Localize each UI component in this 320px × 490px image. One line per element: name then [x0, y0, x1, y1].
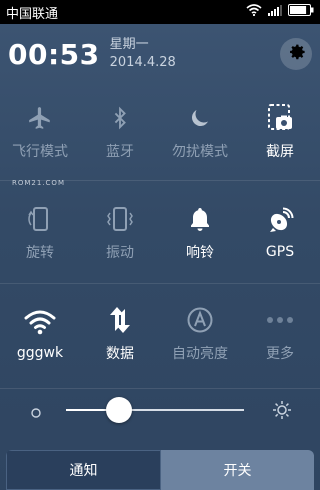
screenshot-icon — [267, 103, 293, 133]
wifi-icon — [24, 307, 56, 337]
notification-header: 00:53 星期一 2014.4.28 — [0, 24, 320, 84]
bluetooth-icon — [109, 103, 131, 133]
airplane-icon — [27, 103, 53, 133]
rotate-icon — [26, 204, 54, 234]
toggle-gps[interactable]: GPS — [240, 185, 320, 281]
toggle-airplane[interactable]: 飞行模式 — [0, 84, 80, 180]
settings-button[interactable] — [280, 38, 312, 70]
auto-brightness-icon — [186, 305, 214, 335]
carrier-name: 中国联通 — [6, 6, 59, 22]
toggle-label: 截屏 — [266, 144, 294, 160]
toggle-auto-brightness[interactable]: 自动亮度 — [160, 286, 240, 382]
brightness-high-icon — [272, 400, 292, 424]
toggle-wifi[interactable]: gggwk — [0, 286, 80, 382]
signal-icon — [268, 4, 282, 20]
more-icon — [265, 305, 295, 335]
toggle-more[interactable]: 更多 — [240, 286, 320, 382]
gps-icon — [266, 206, 294, 236]
toggle-label: 飞行模式 — [12, 144, 68, 160]
toggle-ringer[interactable]: 响铃 — [160, 185, 240, 281]
weekday-label: 星期一 — [109, 37, 149, 52]
toggle-label: 数据 — [106, 346, 134, 362]
toggle-row-3: gggwk 数据 自动亮度 更多 — [0, 286, 320, 382]
toggle-do-not-disturb[interactable]: 勿扰模式 — [160, 84, 240, 180]
divider — [0, 283, 320, 284]
wifi-status-icon — [246, 4, 262, 20]
tab-toggles[interactable]: 开关 — [161, 450, 314, 490]
toggle-rotate[interactable]: 旋转 — [0, 185, 80, 281]
toggle-label: GPS — [265, 244, 295, 260]
brightness-low-icon — [30, 404, 42, 423]
toggle-vibrate[interactable]: 振动 — [80, 185, 160, 281]
toggle-row-2: 旋转 振动 响铃 GPS — [0, 185, 320, 281]
date-label: 2014.4.28 — [109, 55, 176, 70]
gear-icon — [285, 41, 307, 67]
data-icon — [106, 305, 134, 335]
toggle-label: 旋转 — [26, 245, 54, 261]
brightness-slider[interactable] — [66, 409, 244, 411]
brightness-knob[interactable] — [106, 397, 133, 423]
toggle-label: 振动 — [106, 245, 134, 261]
toggle-label: 响铃 — [186, 245, 214, 261]
toggle-label: 勿扰模式 — [172, 144, 228, 160]
tab-notifications[interactable]: 通知 — [6, 450, 161, 490]
clock-time: 00:53 — [8, 37, 100, 71]
vibrate-icon — [105, 204, 135, 234]
toggle-label: 自动亮度 — [172, 346, 228, 362]
toggle-label: 蓝牙 — [106, 144, 134, 160]
status-bar: 中国联通 — [0, 0, 320, 24]
toggle-bluetooth[interactable]: 蓝牙 — [80, 84, 160, 180]
toggle-label: 更多 — [266, 346, 294, 362]
toggle-label: gggwk — [16, 345, 64, 361]
bell-icon — [188, 204, 212, 234]
brightness-control — [0, 385, 320, 435]
battery-icon — [288, 4, 314, 20]
date-box: 星期一 2014.4.28 — [110, 36, 176, 72]
toggle-screenshot[interactable]: 截屏 — [240, 84, 320, 180]
toggle-data[interactable]: 数据 — [80, 286, 160, 382]
moon-icon — [188, 103, 212, 133]
toggle-row-1: 飞行模式 蓝牙 勿扰模式 截屏 — [0, 84, 320, 180]
bottom-tabs: 通知 开关 — [6, 450, 314, 490]
